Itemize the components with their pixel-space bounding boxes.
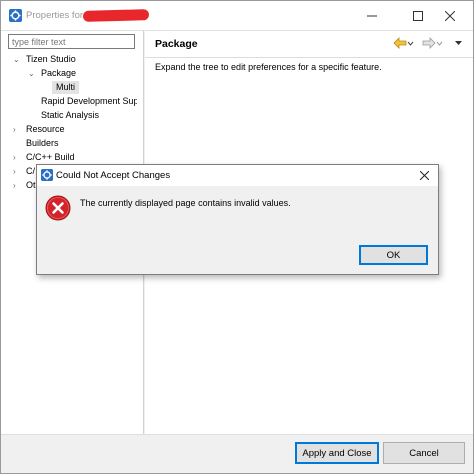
tree-item-multi[interactable]: Multi	[52, 81, 80, 94]
chevron-down-icon	[407, 41, 414, 46]
page-title: Package	[155, 38, 198, 50]
chevron-down-icon[interactable]: ⌄	[28, 67, 36, 80]
chevron-right-icon[interactable]: ›	[13, 123, 21, 136]
forward-button[interactable]	[422, 36, 443, 50]
back-button[interactable]	[393, 36, 414, 50]
chevron-right-icon[interactable]: ›	[13, 165, 21, 178]
tree-item-tizen-studio[interactable]: Tizen Studio	[26, 53, 76, 66]
tree-item-rapid-development[interactable]: Rapid Development Sup	[41, 95, 137, 108]
tizen-gear-icon	[41, 169, 53, 181]
error-dialog: Could Not Accept Changes The currently d…	[36, 164, 439, 275]
view-menu-icon	[455, 41, 462, 45]
chevron-right-icon[interactable]: ›	[13, 179, 21, 192]
window-title: Properties for	[26, 10, 84, 21]
error-x-icon	[45, 195, 71, 221]
apply-and-close-button[interactable]: Apply and Close	[295, 442, 379, 464]
view-menu-button[interactable]	[454, 36, 463, 50]
dialog-title: Could Not Accept Changes	[56, 170, 171, 181]
dialog-close-button[interactable]	[417, 168, 431, 182]
tree-item-other[interactable]: Ot	[26, 179, 36, 192]
close-icon	[445, 10, 455, 21]
dialog-titlebar: Could Not Accept Changes	[37, 165, 438, 186]
tree-item-cpp-general[interactable]: C/	[26, 165, 35, 178]
button-bar: Apply and Close Cancel	[1, 434, 473, 473]
chevron-right-icon[interactable]: ›	[13, 151, 21, 164]
minimize-icon	[367, 15, 377, 16]
chevron-down-icon	[436, 41, 443, 46]
tree-item-static-analysis[interactable]: Static Analysis	[41, 109, 99, 122]
tree-item-cpp-build[interactable]: C/C++ Build	[26, 151, 75, 164]
forward-arrow-icon	[422, 37, 436, 49]
chevron-down-icon[interactable]: ⌄	[13, 53, 21, 66]
dialog-message: The currently displayed page contains in…	[80, 198, 291, 208]
page-description: Expand the tree to edit preferences for …	[155, 62, 382, 72]
close-window-button[interactable]	[427, 1, 473, 30]
minimize-button[interactable]	[349, 1, 395, 30]
maximize-icon	[413, 10, 423, 21]
window-titlebar: Properties for	[1, 1, 473, 30]
cancel-button[interactable]: Cancel	[383, 442, 465, 464]
header-divider	[145, 57, 473, 58]
close-icon	[419, 170, 429, 180]
tizen-gear-icon	[9, 9, 22, 22]
tree-item-builders[interactable]: Builders	[26, 137, 59, 150]
ok-button[interactable]: OK	[359, 245, 428, 265]
tree-item-package[interactable]: Package	[41, 67, 76, 80]
tree-item-resource[interactable]: Resource	[26, 123, 65, 136]
filter-input[interactable]	[8, 34, 135, 49]
back-arrow-icon	[393, 37, 407, 49]
redaction-mark	[82, 9, 150, 22]
